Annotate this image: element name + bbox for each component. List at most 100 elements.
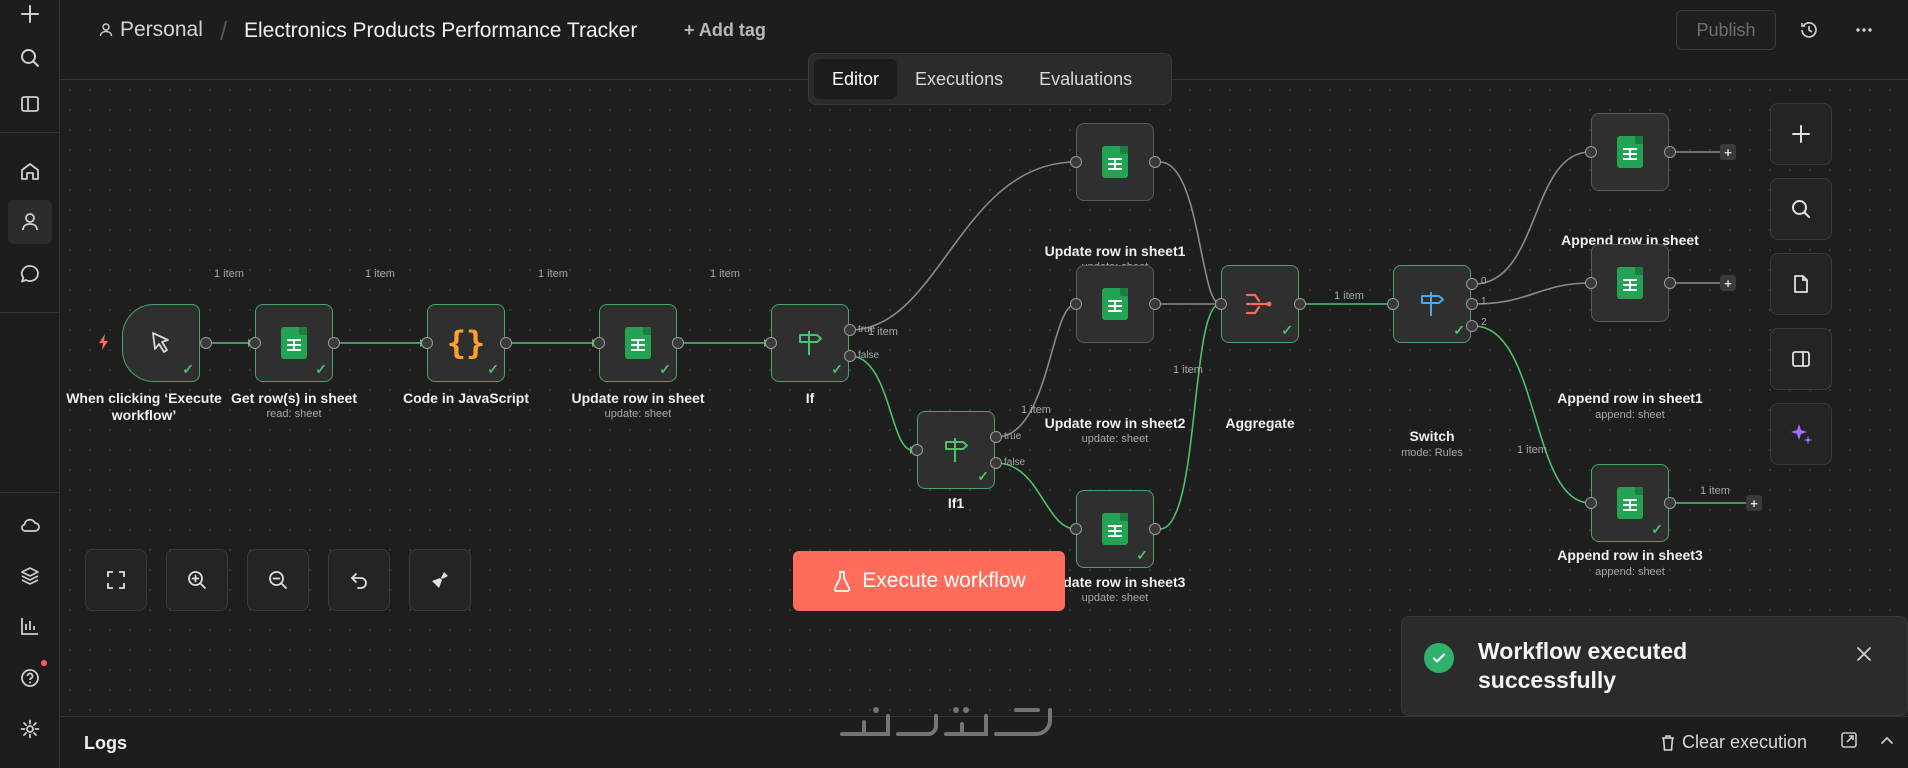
output-port-true[interactable] [844,324,856,336]
port-label-0: 0 [1481,276,1487,287]
output-port[interactable] [1664,277,1676,289]
node-if[interactable]: ✓ [771,304,849,382]
add-icon[interactable] [8,0,52,36]
history-icon[interactable] [1793,14,1825,46]
output-port-1[interactable] [1466,298,1478,310]
templates-icon[interactable] [8,554,52,598]
search-nodes-button[interactable] [1770,178,1832,240]
add-node-button[interactable] [1770,103,1832,165]
publish-button[interactable]: Publish [1676,10,1776,50]
output-port[interactable] [1664,146,1676,158]
logs-label: Logs [84,733,127,753]
input-port[interactable] [1387,298,1399,310]
tab-editor[interactable]: Editor [814,59,898,99]
tab-executions[interactable]: Executions [897,59,1021,99]
input-port[interactable] [1070,156,1082,168]
input-port[interactable] [1585,277,1597,289]
output-port-false[interactable] [844,350,856,362]
fit-view-icon [107,571,125,589]
output-port[interactable] [672,337,684,349]
zoom-in-button[interactable] [166,549,228,611]
edge-label: 1 item [538,268,568,280]
toggle-sidebar-icon[interactable] [8,82,52,126]
node-manual-trigger[interactable]: ✓ [122,304,200,382]
output-port-false[interactable] [990,457,1002,469]
workflow-title[interactable]: Electronics Products Performance Tracker [244,19,637,43]
node-title: Append row in sheet1 [1557,390,1703,406]
input-port[interactable] [1585,146,1597,158]
success-check-icon: ✓ [977,468,989,484]
add-node-plus-icon[interactable]: + [1720,275,1736,291]
output-port[interactable] [1664,497,1676,509]
zoom-out-button[interactable] [247,549,309,611]
node-aggregate[interactable]: ✓ [1221,265,1299,343]
output-port[interactable] [1294,298,1306,310]
zoom-to-fit-button[interactable] [85,549,147,611]
sticky-note-button[interactable] [1770,253,1832,315]
success-check-icon: ✓ [315,361,327,377]
node-title: Append row in sheet3 [1557,547,1703,563]
node-update-row2[interactable] [1076,265,1154,343]
output-port[interactable] [500,337,512,349]
add-node-plus-icon[interactable]: + [1720,144,1736,160]
node-code[interactable]: {} ✓ [427,304,505,382]
node-switch[interactable]: ✓ [1393,265,1471,343]
personal-icon[interactable] [8,200,52,244]
cursor-icon [152,332,169,353]
output-port-true[interactable] [990,431,1002,443]
input-port[interactable] [421,337,433,349]
pop-out-icon[interactable] [1840,731,1858,754]
node-append-row[interactable] [1591,113,1669,191]
output-port[interactable] [1149,156,1161,168]
insights-icon[interactable] [8,604,52,648]
output-port-2[interactable] [1466,320,1478,332]
input-port[interactable] [1215,298,1227,310]
output-port[interactable] [200,337,212,349]
node-title: Aggregate [1225,415,1295,431]
node-update-row[interactable]: ✓ [599,304,677,382]
add-tag-button[interactable]: + Add tag [684,20,766,41]
cloud-icon[interactable] [8,503,52,547]
chevron-up-icon[interactable] [1878,731,1896,754]
output-port[interactable] [328,337,340,349]
tab-evaluations[interactable]: Evaluations [1021,59,1150,99]
chat-icon[interactable] [8,252,52,296]
output-port-0[interactable] [1466,278,1478,290]
node-append-row3[interactable]: ✓ [1591,464,1669,542]
input-port[interactable] [1070,523,1082,535]
input-port[interactable] [249,337,261,349]
node-update-row3[interactable]: ✓ [1076,490,1154,568]
close-icon[interactable] [1855,645,1873,668]
toggle-panel-button[interactable] [1770,328,1832,390]
left-sidebar [0,0,60,768]
execute-workflow-button[interactable]: Execute workflow [793,551,1065,611]
node-subtitle: append: sheet [1595,566,1665,578]
node-title: Switch [1409,428,1455,444]
node-append-row1[interactable] [1591,244,1669,322]
input-port[interactable] [1070,298,1082,310]
node-get-rows[interactable]: ✓ [255,304,333,382]
add-node-plus-icon[interactable]: + [1746,495,1762,511]
more-options-icon[interactable] [1848,14,1880,46]
input-port[interactable] [593,337,605,349]
node-update-row1[interactable] [1076,123,1154,201]
breadcrumb[interactable]: Personal [98,18,203,42]
node-subtitle: append: sheet [1595,409,1665,421]
ai-assistant-button[interactable] [1770,403,1832,465]
input-port[interactable] [911,444,923,456]
node-if1[interactable]: ✓ [917,411,995,489]
undo-button[interactable] [328,549,390,611]
edge-switch0-append [1473,151,1591,285]
clear-execution-button[interactable]: Clear execution [1660,732,1807,753]
output-port[interactable] [1149,298,1161,310]
search-icon[interactable] [8,36,52,80]
input-port[interactable] [765,337,777,349]
tidy-up-button[interactable] [409,549,471,611]
settings-icon[interactable] [8,707,52,751]
zoom-in-icon [188,571,206,589]
input-port[interactable] [1585,497,1597,509]
watermark-logo [840,707,1052,736]
edge-update1-aggregate [1159,161,1221,305]
output-port[interactable] [1149,523,1161,535]
home-icon[interactable] [8,149,52,193]
